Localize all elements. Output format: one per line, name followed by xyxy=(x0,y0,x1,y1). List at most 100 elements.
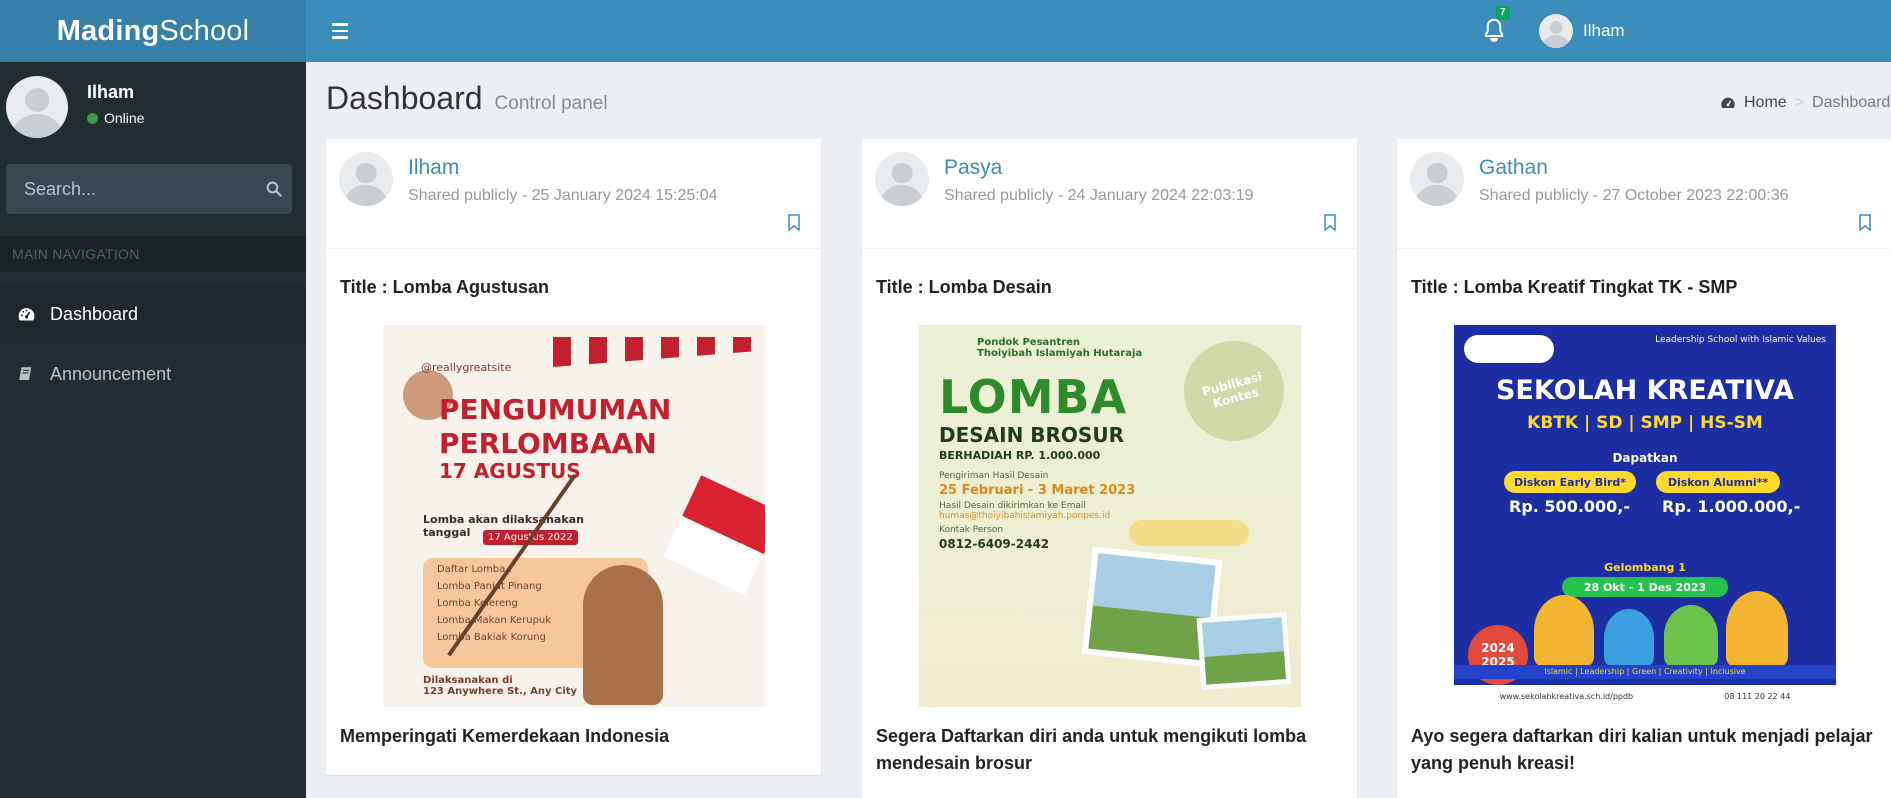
page-title: Dashboard xyxy=(326,80,483,116)
poster-heading: SEKOLAH KREATIVA xyxy=(1495,375,1795,406)
post-author-link[interactable]: Pasya xyxy=(944,156,1002,180)
header-user-name: Ilham xyxy=(1583,21,1625,40)
poster-price: Rp. 1.000.000,- xyxy=(1662,497,1801,516)
notifications-count-badge: 7 xyxy=(1496,6,1510,20)
breadcrumb-home-link[interactable]: Home xyxy=(1744,94,1787,112)
post-poster-image[interactable]: Leadership School with Islamic Values SE… xyxy=(1454,325,1836,707)
dashboard-icon xyxy=(1721,97,1735,108)
post-caption: Ayo segera daftarkan diri kalian untuk m… xyxy=(1411,726,1873,773)
sidebar-item-dashboard[interactable]: Dashboard xyxy=(0,285,306,343)
child-illustration xyxy=(1726,591,1788,667)
post-author-link[interactable]: Ilham xyxy=(408,156,459,180)
post-meta: Shared publicly - 27 October 2023 22:00:… xyxy=(1479,187,1789,204)
poster-dapatkan: Dapatkan xyxy=(1612,451,1678,465)
post-caption: Segera Daftarkan diri anda untuk mengiku… xyxy=(876,726,1307,773)
poster-line: Pengiriman Hasil Desain xyxy=(939,471,1049,481)
top-navbar: 7 Ilham xyxy=(306,0,1891,62)
child-illustration xyxy=(1664,605,1718,667)
poster-subheading: DESAIN BROSUR xyxy=(939,423,1124,447)
poster-phone: 0812-6409-2442 xyxy=(939,537,1050,551)
poster-date: 28 Okt - 1 Des 2023 xyxy=(1562,577,1728,597)
poster-levels: KBTK | SD | SMP | HS-SM xyxy=(1527,413,1763,433)
content-header: Dashboard Control panel xyxy=(326,80,608,124)
poster-tagline: Leadership School with Islamic Values xyxy=(1655,335,1826,345)
poster-prize: BERHADIAH RP. 1.000.000 xyxy=(939,449,1101,462)
sidebar-item-label: Announcement xyxy=(50,363,172,384)
post-header: Pasya Shared publicly - 24 January 2024 … xyxy=(862,139,1357,249)
book-icon xyxy=(16,364,36,384)
online-status-label: Online xyxy=(104,110,145,126)
sidebar-item-label: Dashboard xyxy=(50,303,139,324)
logo-bold-text: Mading xyxy=(56,14,160,47)
post-author-avatar xyxy=(1410,152,1464,206)
post-author-link[interactable]: Gathan xyxy=(1479,156,1548,180)
sidebar-item-announcement[interactable]: Announcement xyxy=(0,345,306,403)
post-poster-image[interactable]: Pondok Pesantren Thoiyibah Islamiyah Huta… xyxy=(919,325,1301,707)
post-title: Title : Lomba Kreatif Tingkat TK - SMP xyxy=(1411,277,1738,297)
poster-dates: 25 Februari - 3 Maret 2023 xyxy=(939,483,1136,498)
poster-subheading: 17 AGUSTUS xyxy=(439,459,581,483)
flag-illustration xyxy=(663,475,765,595)
poster-price: Rp. 500.000,- xyxy=(1509,497,1631,516)
breadcrumb-current: Dashboard xyxy=(1812,94,1891,111)
dashboard-icon xyxy=(16,304,36,324)
post-meta: Shared publicly - 24 January 2024 22:03:… xyxy=(944,187,1254,204)
bookmark-icon[interactable] xyxy=(1323,214,1337,232)
post-card: Pasya Shared publicly - 24 January 2024 … xyxy=(862,139,1357,798)
sidebar-search-input[interactable] xyxy=(6,164,256,214)
poster-heading: LOMBA xyxy=(939,370,1128,424)
poster-contact-bar: www.sekolahkreativa.sch.id/ppdb 08 111 2… xyxy=(1454,685,1836,707)
sidebar-user-name: Ilham xyxy=(87,82,135,102)
poster-heading: PENGUMUMAN PERLOMBAAN xyxy=(439,393,672,460)
poster-discount-pill: Diskon Alumni** xyxy=(1656,471,1780,493)
post-caption: Memperingati Kemerdekaan Indonesia xyxy=(340,726,670,746)
page-subtitle: Control panel xyxy=(494,93,608,114)
online-dot-icon xyxy=(87,112,98,124)
breadcrumb-separator: > xyxy=(1794,94,1805,111)
post-author-avatar xyxy=(875,152,929,206)
child-illustration xyxy=(1604,609,1654,667)
school-logos xyxy=(1464,335,1554,363)
search-button[interactable] xyxy=(256,164,292,214)
poster-email: humas@thoiyibahislamiyah.ponpes.id xyxy=(939,511,1111,521)
child-illustration xyxy=(1534,595,1594,667)
poster-wave: Gelombang 1 xyxy=(1604,561,1686,574)
post-meta: Shared publicly - 25 January 2024 15:25:… xyxy=(408,187,718,204)
post-title: Title : Lomba Desain xyxy=(876,277,1052,297)
user-avatar xyxy=(1539,14,1573,48)
post-title: Title : Lomba Agustusan xyxy=(340,277,550,297)
search-icon xyxy=(266,181,282,197)
sidebar: Ilham Online MAIN NAVIGATION Dashboard A… xyxy=(0,62,306,798)
sidebar-toggle-hamburger-icon[interactable] xyxy=(324,15,356,47)
photo-illustration xyxy=(1196,611,1292,691)
main-header: Mading School 7 Ilham xyxy=(0,0,1891,62)
post-poster-image[interactable]: @reallygreatsite PENGUMUMAN PERLOMBAAN 17… xyxy=(383,325,765,707)
main-navigation-header: MAIN NAVIGATION xyxy=(0,236,306,272)
poster-line: Hasil Desain dikirimkan ke Email xyxy=(939,501,1086,511)
poster-badge: Publikasi Kontes xyxy=(1172,329,1296,453)
sidebar-avatar xyxy=(6,76,68,138)
sidebar-search-form xyxy=(6,164,292,214)
poster-line: Kontak Person xyxy=(939,525,1004,535)
poster-discount-pill: Diskon Early Bird* xyxy=(1504,471,1636,493)
bookmark-icon[interactable] xyxy=(787,214,801,232)
post-header: Ilham Shared publicly - 25 January 2024 … xyxy=(326,139,821,249)
post-author-avatar xyxy=(339,152,393,206)
app-logo[interactable]: Mading School xyxy=(0,0,306,62)
post-card: Ilham Shared publicly - 25 January 2024 … xyxy=(326,139,821,775)
post-header: Gathan Shared publicly - 27 October 2023… xyxy=(1397,139,1891,249)
user-menu[interactable]: Ilham xyxy=(1539,10,1625,52)
person-illustration xyxy=(583,565,663,705)
bunting-decoration xyxy=(553,337,765,367)
logo-light-text: School xyxy=(159,14,250,47)
sidebar-user-panel: Ilham Online xyxy=(6,76,306,140)
poster-org: Pondok Pesantren Thoiyibah Islamiyah Huta… xyxy=(977,337,1143,359)
decorative-blob xyxy=(1129,520,1249,546)
poster-footer: Dilaksanakan di 123 Anywhere St., Any Cit… xyxy=(423,675,578,697)
notifications-bell-icon[interactable] xyxy=(1479,16,1509,46)
breadcrumb: Home > Dashboard xyxy=(1720,94,1890,112)
poster-site: @reallygreatsite xyxy=(421,361,512,374)
post-card: Gathan Shared publicly - 27 October 2023… xyxy=(1397,139,1891,798)
online-status: Online xyxy=(87,110,144,126)
bookmark-icon[interactable] xyxy=(1858,214,1872,232)
